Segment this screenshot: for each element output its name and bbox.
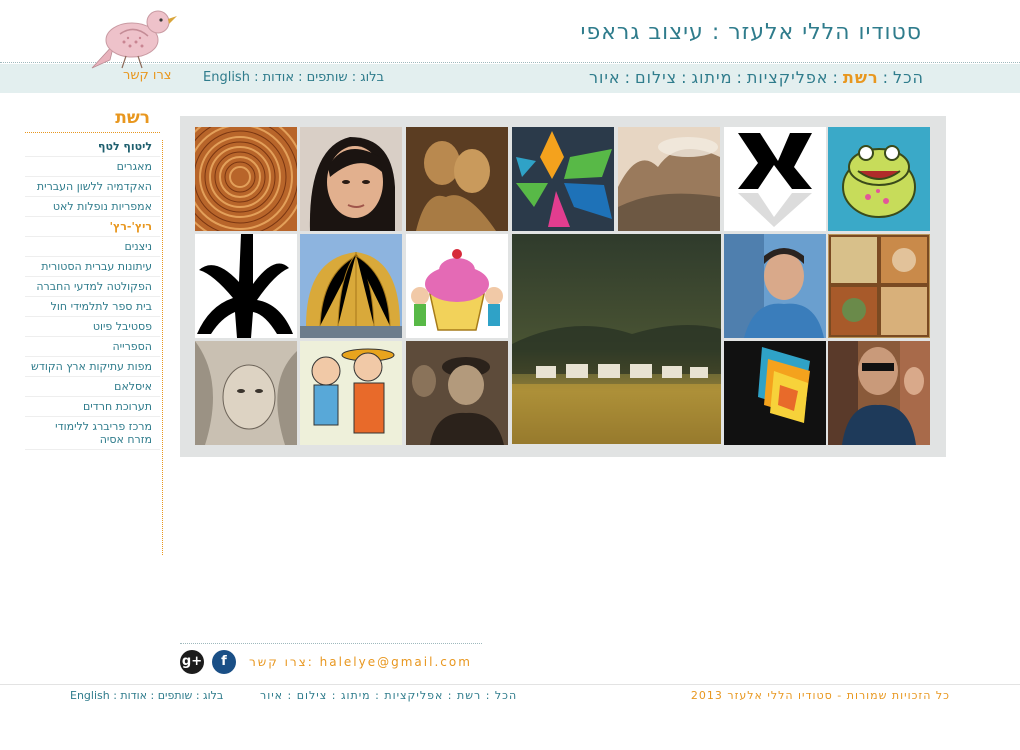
nav-separator: :: [624, 68, 631, 87]
nav-apps[interactable]: אפליקציות: [747, 68, 829, 87]
black-symbol-thumb[interactable]: [195, 234, 297, 338]
colorful-cubes-thumb[interactable]: [724, 341, 826, 445]
ancient-map-thumb[interactable]: [828, 234, 930, 338]
sidebar-item[interactable]: ניצנים: [25, 237, 160, 257]
sidebar-item[interactable]: איסלאם: [25, 377, 160, 397]
footer-secondary-nav[interactable]: English : בלוג : שותפים : אודות: [70, 689, 223, 702]
sidebar-item[interactable]: הפקולטה למדעי החברה: [25, 277, 160, 297]
nav-illustration[interactable]: איור: [589, 68, 621, 87]
footer-divider: [180, 643, 482, 644]
sidebar-item[interactable]: מפות עתיקות ארץ הקודש: [25, 357, 160, 377]
nav-separator: :: [681, 68, 688, 87]
nav-all[interactable]: הכל: [893, 68, 924, 87]
cupcake-kids-thumb[interactable]: [406, 234, 508, 338]
nav-separator: :: [736, 68, 743, 87]
sidebar-item[interactable]: בית ספר לתלמידי חול: [25, 297, 160, 317]
project-gallery: [180, 116, 946, 457]
contact-link[interactable]: צרו קשר: [123, 68, 172, 83]
sidebar-item[interactable]: מאגרים: [25, 157, 160, 177]
vintage-photo-thumb[interactable]: [406, 341, 508, 445]
sidebar-item[interactable]: ליטוף לטף: [25, 137, 160, 157]
sidebar-title: רשת: [25, 108, 160, 133]
yurts-landscape-thumb[interactable]: [512, 234, 721, 444]
sidebar-item[interactable]: מרכז פריברג ללימודי מזרח אסיה: [25, 417, 160, 450]
secondary-nav[interactable]: English : בלוג : שותפים : אודות: [203, 70, 384, 85]
nav-web[interactable]: רשת: [843, 68, 879, 87]
golden-dome-thumb[interactable]: [300, 234, 402, 338]
bird-logo-icon[interactable]: [84, 2, 180, 74]
geometric-star-thumb[interactable]: [512, 127, 614, 231]
nav-photography[interactable]: צילום: [635, 68, 677, 87]
sculpture-thumb[interactable]: [406, 127, 508, 231]
man-blue-shirt-thumb[interactable]: [724, 234, 826, 338]
cliff-painting-thumb[interactable]: [618, 127, 720, 231]
hebrew-letter-logo-thumb[interactable]: [724, 127, 826, 231]
frog-cartoon-thumb[interactable]: [828, 127, 930, 231]
main-nav: הכל:רשת:אפליקציות:מיתוג:צילום:איור: [589, 68, 924, 87]
sidebar: רשת ליטוף לטף מאגרים האקדמיה ללשון העברי…: [25, 108, 160, 450]
sidebar-item[interactable]: הספרייה: [25, 337, 160, 357]
facebook-icon[interactable]: f: [212, 650, 236, 674]
sidebar-item-active[interactable]: ריץ'-רץ': [25, 217, 160, 237]
google-plus-icon[interactable]: g+: [180, 650, 204, 674]
footer-main-nav[interactable]: הכל : רשת : אפליקציות : מיתוג : צילום : …: [260, 689, 517, 702]
footer-copyright: כל הזכויות שמורות - סטודיו הללי אלעזר 20…: [690, 689, 950, 702]
cartoon-family-thumb[interactable]: [300, 341, 402, 445]
sidebar-item[interactable]: עיתונות עברית הסטורית: [25, 257, 160, 277]
engraved-portrait-thumb[interactable]: [195, 341, 297, 445]
site-title: סטודיו הללי אלעזר : עיצוב גראפי: [580, 20, 922, 45]
musicians-thumb[interactable]: [828, 341, 930, 445]
footer-contact-email[interactable]: צרו קשר: halelye@gmail.com: [249, 655, 472, 669]
nav-separator: :: [832, 68, 839, 87]
sidebar-item[interactable]: האקדמיה ללשון העברית: [25, 177, 160, 197]
nav-branding[interactable]: מיתוג: [692, 68, 733, 87]
sidebar-divider: [162, 140, 163, 555]
sidebar-item[interactable]: תערוכת חרדים: [25, 397, 160, 417]
woman-portrait-thumb[interactable]: [300, 127, 402, 231]
footer-divider: [0, 684, 1020, 685]
wood-rings-thumb[interactable]: [195, 127, 297, 231]
nav-separator: :: [882, 68, 889, 87]
sidebar-item[interactable]: פסטיבל פיוט: [25, 317, 160, 337]
sidebar-item[interactable]: אמפריות נופלות לאט: [25, 197, 160, 217]
